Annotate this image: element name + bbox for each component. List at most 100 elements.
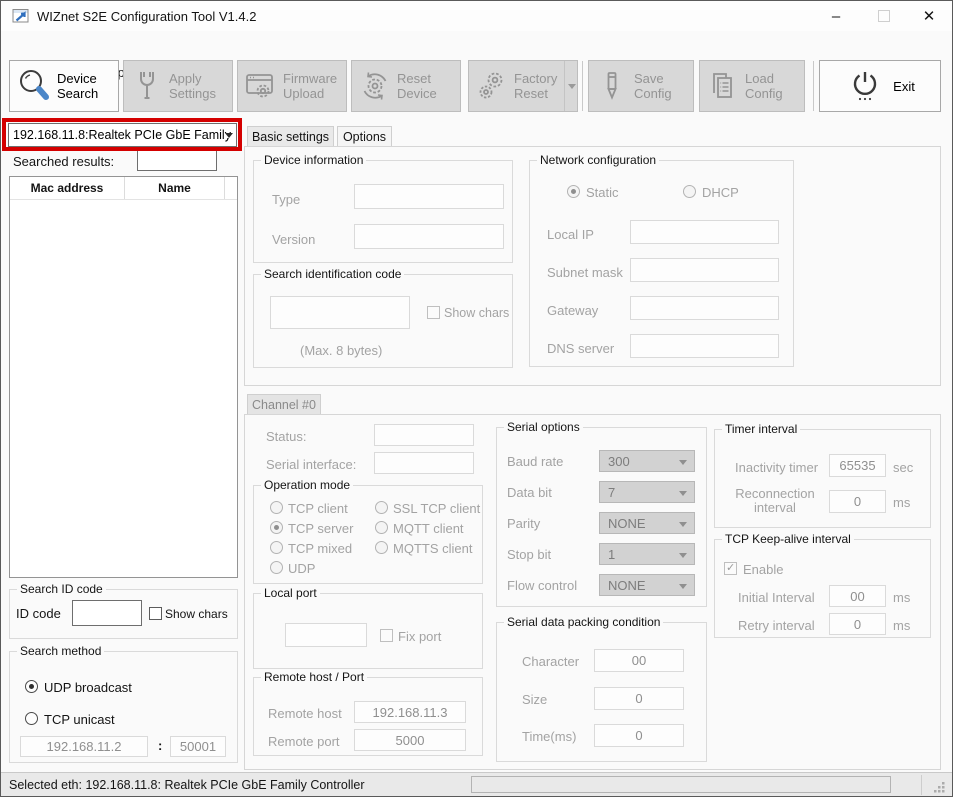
factory-reset-dropdown[interactable]: [564, 61, 578, 111]
network-adapter-select[interactable]: 192.168.11.8:Realtek PCIe GbE Family: [8, 123, 237, 147]
version-label: Version: [272, 232, 315, 247]
static-radio: [567, 185, 580, 198]
initial-interval-input: 00: [829, 585, 886, 607]
wrench-icon: [130, 68, 164, 104]
reset-device-label: Reset Device: [397, 71, 455, 101]
operation-mode-group: Operation mode TCP client TCP server TCP…: [253, 485, 483, 584]
mqtt-client-label: MQTT client: [393, 521, 464, 536]
save-config-label: Save Config: [634, 71, 689, 101]
data-bit-value: 7: [608, 485, 615, 500]
minimize-button[interactable]: –: [819, 5, 853, 27]
tcp-mixed-radio: [270, 541, 283, 554]
searched-results-value[interactable]: [137, 148, 217, 171]
character-label: Character: [522, 654, 579, 669]
reset-device-button[interactable]: Reset Device: [351, 60, 461, 112]
tcp-unicast-radio[interactable]: [25, 712, 38, 725]
search-identification-code-title: Search identification code: [261, 267, 404, 281]
save-config-button[interactable]: Save Config: [588, 60, 694, 112]
remote-port-label: Remote port: [268, 734, 340, 749]
load-config-label: Load Config: [745, 71, 800, 101]
network-configuration-title: Network configuration: [537, 153, 659, 167]
status-input: [374, 424, 474, 446]
keepalive-enable-checkbox: [724, 562, 737, 575]
remote-host-input: 192.168.11.3: [354, 701, 466, 723]
chevron-down-icon: [679, 522, 687, 527]
id-code-input[interactable]: [72, 600, 142, 626]
gear-refresh-icon: [358, 68, 392, 104]
tcp-server-label: TCP server: [288, 521, 354, 536]
network-adapter-value: 192.168.11.8:Realtek PCIe GbE Family: [13, 128, 231, 142]
chevron-down-icon: [679, 584, 687, 589]
gateway-label: Gateway: [547, 303, 598, 318]
type-label: Type: [272, 192, 300, 207]
tcp-server-radio: [270, 521, 283, 534]
remote-host-label: Remote host: [268, 706, 342, 721]
statusbar-separator: [921, 775, 922, 795]
toolbar-separator: [582, 61, 583, 111]
parity-value: NONE: [608, 516, 646, 531]
network-configuration-group: Network configuration Static DHCP Local …: [529, 160, 794, 367]
local-ip-label: Local IP: [547, 227, 594, 242]
search-method-group: Search method UDP broadcast TCP unicast …: [9, 651, 238, 763]
packing-condition-group: Serial data packing condition Character …: [496, 622, 707, 762]
device-table[interactable]: Mac address Name: [9, 176, 238, 578]
dhcp-radio: [683, 185, 696, 198]
pencil-icon: [595, 68, 629, 104]
close-button[interactable]: ✕: [912, 5, 946, 27]
size-input: 0: [594, 687, 684, 710]
device-search-button[interactable]: Device Search: [9, 60, 119, 112]
search-id-code-group: Search ID code ID code Show chars: [9, 589, 238, 639]
serial-interface-label: Serial interface:: [266, 457, 356, 472]
show-chars-checkbox[interactable]: [149, 607, 162, 620]
type-input: [354, 184, 504, 209]
unicast-ip-input: 192.168.11.2: [20, 736, 148, 757]
local-port-group: Local port Fix port: [253, 593, 483, 669]
packing-condition-title: Serial data packing condition: [504, 615, 663, 629]
version-input: [354, 224, 504, 249]
maximize-button[interactable]: [867, 5, 901, 27]
retry-interval-input: 0: [829, 613, 886, 635]
dns-server-label: DNS server: [547, 341, 614, 356]
resize-grip[interactable]: [934, 782, 945, 793]
ip-port-separator: :: [158, 738, 162, 753]
flow-control-value: NONE: [608, 578, 646, 593]
firmware-upload-label: Firmware Upload: [283, 71, 341, 101]
tab-channel-0[interactable]: Channel #0: [247, 394, 321, 415]
app-window: WIZnet S2E Configuration Tool V1.4.2 – ✕…: [0, 0, 953, 797]
exit-button[interactable]: Exit: [819, 60, 941, 112]
tcp-unicast-label[interactable]: TCP unicast: [44, 712, 115, 727]
remote-port-input: 5000: [354, 729, 466, 751]
load-config-button[interactable]: Load Config: [699, 60, 805, 112]
mqtts-client-label: MQTTS client: [393, 541, 472, 556]
initial-interval-label: Initial Interval: [738, 590, 815, 605]
column-name[interactable]: Name: [125, 177, 225, 199]
factory-reset-button[interactable]: Factory Reset: [468, 60, 578, 112]
tab-basic-settings[interactable]: Basic settings: [247, 126, 334, 147]
subnet-mask-label: Subnet mask: [547, 265, 623, 280]
inactivity-timer-input: 65535: [829, 454, 886, 477]
timer-interval-title: Timer interval: [722, 422, 800, 436]
ssl-tcp-client-label: SSL TCP client: [393, 501, 480, 516]
apply-settings-button[interactable]: Apply Settings: [123, 60, 233, 112]
column-mac-address[interactable]: Mac address: [10, 177, 125, 199]
udp-broadcast-label[interactable]: UDP broadcast: [44, 680, 132, 695]
udp-radio: [270, 561, 283, 574]
tcp-client-label: TCP client: [288, 501, 348, 516]
data-bit-label: Data bit: [507, 485, 552, 500]
udp-broadcast-radio[interactable]: [25, 680, 38, 693]
max-bytes-hint: (Max. 8 bytes): [300, 343, 382, 358]
firmware-window-gear-icon: [244, 68, 278, 104]
tab-options[interactable]: Options: [337, 126, 392, 147]
search-method-title: Search method: [17, 644, 104, 658]
timer-interval-group: Timer interval Inactivity timer 65535 se…: [714, 429, 931, 528]
parity-label: Parity: [507, 516, 540, 531]
baud-rate-dropdown: 300: [599, 450, 695, 472]
toolbar-separator: [813, 61, 814, 111]
stop-bit-dropdown: 1: [599, 543, 695, 565]
character-input: 00: [594, 649, 684, 672]
firmware-upload-button[interactable]: Firmware Upload: [237, 60, 347, 112]
flow-control-dropdown: NONE: [599, 574, 695, 596]
tcp-mixed-label: TCP mixed: [288, 541, 352, 556]
device-table-header: Mac address Name: [10, 177, 237, 200]
chevron-down-icon: [225, 133, 233, 138]
